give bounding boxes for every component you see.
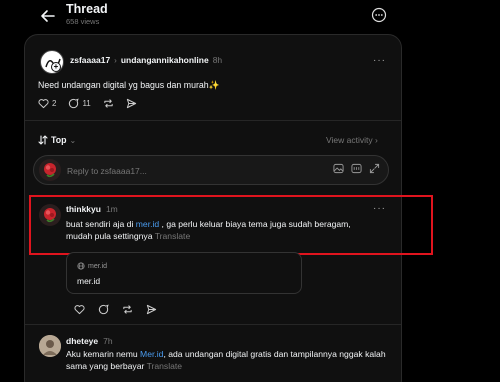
like-button[interactable]: 2 xyxy=(38,98,56,109)
heart-icon[interactable] xyxy=(74,304,85,315)
timestamp: 1m xyxy=(105,204,118,214)
send-icon[interactable] xyxy=(146,304,157,315)
timestamp: 7h xyxy=(103,336,113,346)
link-preview-card[interactable] xyxy=(66,252,302,294)
post-text: Need undangan digital yg bagus dan murah… xyxy=(38,80,220,90)
view-count: 658 views xyxy=(66,17,100,26)
reply-text-part: Aku kemarin nemu xyxy=(66,349,141,359)
chevron-right-icon: › xyxy=(114,55,117,65)
chevron-right-icon: › xyxy=(374,135,378,145)
heart-icon xyxy=(38,99,49,109)
send-icon xyxy=(126,98,136,109)
globe-icon xyxy=(77,262,85,270)
more-circle-icon xyxy=(371,7,387,23)
reply-toolbar xyxy=(333,163,380,174)
repost-button[interactable] xyxy=(103,98,114,109)
translate-link[interactable]: Translate xyxy=(147,361,183,371)
reply-text: Aku kemarin nemu Mer.id, ada undangan di… xyxy=(66,348,396,372)
sort-icon xyxy=(38,135,48,145)
sort-label: Top xyxy=(51,135,67,145)
chevron-down-icon: ⌄ xyxy=(69,135,77,145)
reply-link[interactable]: mer.id xyxy=(136,219,159,229)
back-button[interactable] xyxy=(38,6,58,26)
link-title: mer.id xyxy=(77,276,101,286)
share-button[interactable] xyxy=(126,98,137,109)
comment-button[interactable]: 11 xyxy=(68,98,91,109)
translate-link[interactable]: Translate xyxy=(155,231,191,241)
avatar[interactable] xyxy=(39,204,61,226)
image-icon[interactable] xyxy=(333,163,344,174)
more-options-button[interactable] xyxy=(370,6,388,24)
repost-icon xyxy=(104,99,113,108)
divider xyxy=(25,120,401,121)
post-header: zsfaaaa17 › undangannikahonline 8h xyxy=(70,55,222,65)
sort-dropdown[interactable]: Top ⌄ xyxy=(38,135,76,145)
link-domain-text: mer.id xyxy=(88,262,108,270)
reply-to-username[interactable]: undangannikahonline xyxy=(121,55,209,65)
reply-link[interactable]: Mer.id xyxy=(140,349,163,359)
comment-count: 11 xyxy=(82,99,91,108)
reply-actions xyxy=(74,304,157,315)
reply-text-part: buat sendiri aja di xyxy=(66,219,136,229)
avatar[interactable] xyxy=(39,335,61,357)
arrow-left-icon xyxy=(41,10,55,22)
expand-icon[interactable] xyxy=(369,163,380,174)
link-domain: mer.id xyxy=(77,262,107,270)
comment-icon xyxy=(69,98,80,109)
repost-icon[interactable] xyxy=(122,304,133,315)
comment-icon[interactable] xyxy=(98,304,109,315)
avatar xyxy=(39,159,61,181)
username[interactable]: dheteye xyxy=(66,336,98,346)
follow-plus-icon[interactable]: + xyxy=(51,62,61,72)
gif-icon[interactable] xyxy=(351,163,362,174)
reply-more-icon[interactable]: ··· xyxy=(373,203,386,214)
post-more-icon[interactable]: ··· xyxy=(373,55,386,66)
like-count: 2 xyxy=(52,99,57,108)
username[interactable]: thinkkyu xyxy=(66,204,101,214)
view-activity-label: View activity xyxy=(326,135,373,145)
reply-text: buat sendiri aja di mer.id , ga perlu ke… xyxy=(66,218,376,242)
page-title: Thread xyxy=(66,2,108,16)
reply-placeholder: Reply to zsfaaaa17... xyxy=(67,166,147,176)
reply-header: thinkkyu 1m xyxy=(66,204,118,214)
post-actions: 2 11 xyxy=(38,98,137,109)
username[interactable]: zsfaaaa17 xyxy=(70,55,110,65)
timestamp: 8h xyxy=(212,55,223,65)
divider xyxy=(25,324,401,325)
view-activity-link[interactable]: View activity › xyxy=(326,135,378,145)
reply-header: dheteye 7h xyxy=(66,336,113,346)
